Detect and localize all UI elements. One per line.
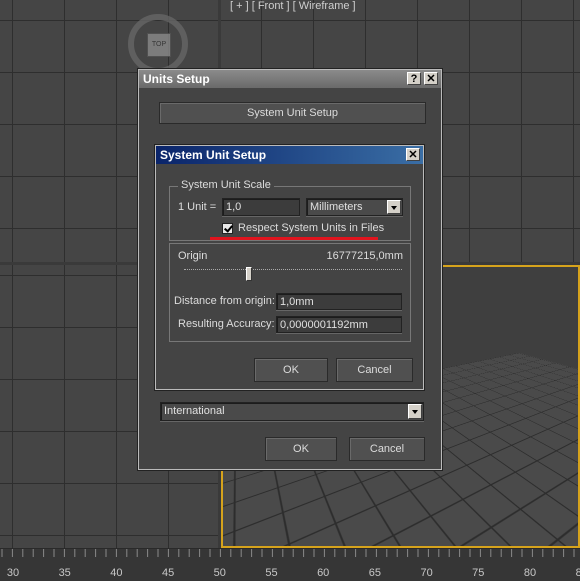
front-viewport-label[interactable]: [ + ] [ Front ] [ Wireframe ] — [230, 0, 356, 12]
ruler-label: 60 — [317, 567, 330, 579]
unit-type-value: Millimeters — [310, 201, 363, 213]
origin-value: 16777215,0mm — [326, 250, 403, 262]
system-unit-setup-cancel-button[interactable]: Cancel — [336, 358, 413, 382]
units-setup-close-button[interactable]: ✕ — [424, 72, 438, 85]
ruler-label: 65 — [368, 567, 382, 579]
display-unit-select[interactable]: International — [160, 402, 424, 421]
chevron-down-icon[interactable] — [387, 200, 401, 214]
accuracy-value: 0,0000001192mm — [276, 316, 402, 333]
system-unit-setup-ok-button[interactable]: OK — [254, 358, 328, 382]
accuracy-label: Resulting Accuracy: — [178, 318, 275, 330]
timeline-ruler[interactable]: 30 35 40 45 50 55 60 65 70 75 80 85 — [0, 548, 580, 581]
ruler-label: 45 — [161, 567, 175, 579]
axis-tripod-icon — [234, 488, 264, 507]
system-unit-scale-title: System Unit Scale — [178, 179, 274, 191]
unit-prefix-label: 1 Unit = — [178, 201, 217, 213]
ruler-label: 75 — [472, 567, 485, 579]
red-underline-annotation — [210, 237, 378, 240]
unit-value-input[interactable]: 1,0 — [222, 198, 300, 216]
origin-slider[interactable] — [184, 269, 402, 270]
units-setup-titlebar[interactable]: Units Setup — [139, 70, 441, 88]
ruler-label: 55 — [265, 567, 278, 579]
chevron-down-icon[interactable] — [408, 404, 422, 419]
ruler-label: 80 — [523, 567, 537, 579]
units-setup-cancel-button[interactable]: Cancel — [349, 437, 425, 461]
units-setup-ok-button[interactable]: OK — [265, 437, 337, 461]
origin-slider-thumb[interactable] — [246, 267, 253, 281]
ruler-label: 85 — [575, 567, 580, 579]
respect-units-label[interactable]: Respect System Units in Files — [238, 222, 384, 234]
respect-units-checkbox[interactable] — [222, 223, 233, 234]
ruler-label: 30 — [6, 567, 20, 579]
system-unit-setup-close-button[interactable]: ✕ — [406, 148, 420, 161]
viewcube-icon[interactable]: TOP — [128, 14, 188, 74]
origin-label: Origin — [178, 250, 208, 262]
help-button[interactable]: ? — [407, 72, 421, 85]
system-unit-setup-dialog: System Unit Setup ✕ System Unit Scale 1 … — [155, 145, 424, 390]
distance-label: Distance from origin: — [174, 295, 275, 307]
units-setup-title: Units Setup — [143, 72, 210, 86]
viewcube-face[interactable]: TOP — [147, 33, 171, 57]
ruler-label: 35 — [58, 567, 71, 579]
ruler-label: 40 — [110, 567, 123, 579]
system-unit-setup-button[interactable]: System Unit Setup — [159, 102, 426, 124]
ruler-label: 70 — [420, 567, 433, 579]
system-unit-setup-title: System Unit Setup — [160, 148, 267, 162]
unit-type-select[interactable]: Millimeters — [306, 198, 403, 216]
display-unit-value: International — [164, 405, 225, 417]
system-unit-setup-titlebar[interactable]: System Unit Setup — [156, 146, 423, 164]
distance-input[interactable]: 1,0mm — [276, 293, 402, 310]
ruler-label: 50 — [213, 567, 226, 579]
ruler-ticks — [1, 549, 575, 557]
